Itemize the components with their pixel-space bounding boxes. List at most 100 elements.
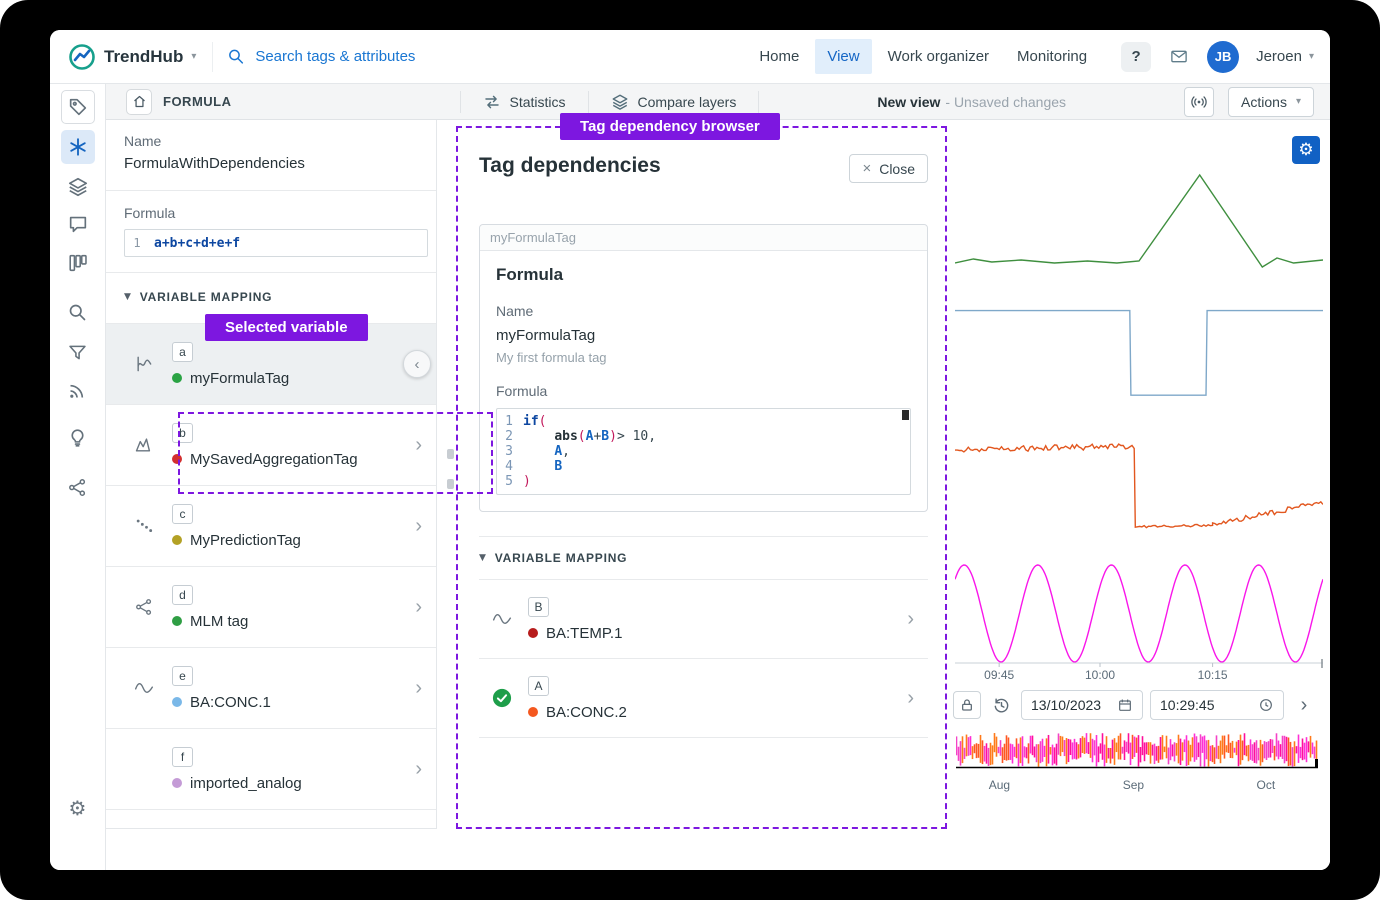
lock-button[interactable] bbox=[953, 691, 981, 719]
statistics-button[interactable]: Statistics bbox=[461, 84, 588, 119]
rail-search-button[interactable] bbox=[61, 295, 95, 329]
lightbulb-icon bbox=[67, 427, 88, 448]
settings-button[interactable]: ⚙ bbox=[69, 796, 87, 820]
compare-layers-button[interactable]: Compare layers bbox=[589, 84, 759, 119]
variable-row-e[interactable]: e BA:CONC.1 › bbox=[106, 648, 436, 729]
chevron-down-icon: ▼ bbox=[479, 553, 487, 563]
tag-name: myFormulaTag bbox=[190, 370, 289, 387]
actions-button[interactable]: Actions ▾ bbox=[1228, 87, 1314, 117]
variable-row-b[interactable]: b MySavedAggregationTag › bbox=[106, 405, 436, 486]
chart-panel: ⚙ 09:4510:0010:15 bbox=[947, 120, 1330, 870]
tag-icon bbox=[67, 96, 89, 118]
rail-tags-button[interactable] bbox=[61, 90, 95, 124]
rail-context-button[interactable] bbox=[61, 470, 95, 504]
variable-mapping-toggle[interactable]: ▼ VARIABLE MAPPING bbox=[124, 285, 436, 309]
chevron-right-icon: › bbox=[415, 597, 436, 617]
trend-plot[interactable] bbox=[955, 165, 1323, 670]
date-field[interactable]: 13/10/2023 bbox=[1021, 690, 1143, 720]
formula-expression-editor[interactable]: 1 a+b+c+d+e+f bbox=[124, 229, 428, 257]
tag-color-dot bbox=[172, 616, 182, 626]
main-nav: Home View Work organizer Monitoring bbox=[745, 39, 1101, 74]
series-green-peak bbox=[955, 175, 1323, 267]
nav-home[interactable]: Home bbox=[747, 39, 811, 74]
topbar-icons: ? JB Jeroen ▾ bbox=[1121, 41, 1314, 73]
panel-scrollbar-handle[interactable] bbox=[447, 449, 454, 459]
nav-monitoring[interactable]: Monitoring bbox=[1005, 39, 1099, 74]
chart-toolbar: 13/10/2023 10:29:45 › bbox=[953, 690, 1324, 720]
history-button[interactable] bbox=[988, 691, 1014, 719]
tag-name: MyPredictionTag bbox=[190, 532, 301, 549]
variable-row-a[interactable]: a myFormulaTag ‹ bbox=[106, 324, 436, 405]
chevron-right-icon: › bbox=[415, 678, 436, 698]
close-button[interactable]: × Close bbox=[849, 154, 928, 183]
variable-row-c[interactable]: c MyPredictionTag › bbox=[106, 486, 436, 567]
nav-work-organizer[interactable]: Work organizer bbox=[876, 39, 1001, 74]
mapping-row-a[interactable]: A BA:CONC.2 › bbox=[479, 659, 928, 738]
line-number: 1 bbox=[125, 236, 149, 250]
help-icon: ? bbox=[1132, 48, 1141, 65]
app-name: TrendHub bbox=[104, 47, 183, 67]
help-button[interactable]: ? bbox=[1121, 42, 1151, 72]
tag-name: BA:TEMP.1 bbox=[546, 625, 622, 642]
variable-row-d[interactable]: d MLM tag › bbox=[106, 567, 436, 648]
rail-annotations-button[interactable] bbox=[61, 207, 95, 241]
rail-recommendations-button[interactable] bbox=[61, 420, 95, 454]
scatter-nodes-icon bbox=[67, 477, 88, 498]
variable-key-badge: B bbox=[528, 597, 549, 617]
history-icon bbox=[992, 696, 1011, 715]
chart-settings-button[interactable]: ⚙ bbox=[1292, 136, 1320, 164]
collapse-panel-button[interactable]: ‹ bbox=[403, 350, 431, 378]
rail-formulas-button[interactable] bbox=[61, 130, 95, 164]
icon-rail: ⚙ bbox=[50, 84, 106, 870]
nav-view[interactable]: View bbox=[815, 39, 871, 74]
formula-code-editor[interactable]: 1if(2 abs(A+B)> 10,3 A,4 B5) bbox=[496, 408, 911, 495]
context-timeline[interactable] bbox=[956, 733, 1318, 769]
search-input[interactable] bbox=[255, 48, 733, 65]
app-logo[interactable]: TrendHub ▾ bbox=[68, 43, 196, 71]
step-forward-button[interactable]: › bbox=[1291, 691, 1317, 719]
comment-icon bbox=[67, 213, 89, 235]
search-small-icon bbox=[67, 302, 88, 323]
mapping-row-b[interactable]: B BA:TEMP.1 › bbox=[479, 580, 928, 659]
variable-key-badge: e bbox=[172, 666, 193, 686]
trendhub-logo-icon bbox=[68, 43, 96, 71]
actions-caret-icon: ▾ bbox=[1296, 96, 1301, 107]
live-mode-button[interactable] bbox=[1184, 87, 1214, 117]
card-formula-heading: Formula bbox=[496, 265, 911, 285]
formula-icon bbox=[67, 136, 89, 158]
messages-button[interactable] bbox=[1168, 47, 1190, 66]
tag-name-value: myFormulaTag bbox=[496, 327, 911, 345]
machine-learning-tag-icon bbox=[130, 597, 158, 617]
variable-key-badge: c bbox=[172, 504, 193, 524]
user-menu[interactable]: Jeroen ▾ bbox=[1256, 48, 1314, 65]
avatar[interactable]: JB bbox=[1207, 41, 1239, 73]
context-label: FORMULA bbox=[163, 94, 232, 109]
mail-icon bbox=[1168, 47, 1190, 66]
dependency-variable-mapping-toggle[interactable]: ▼ VARIABLE MAPPING bbox=[479, 536, 928, 580]
rail-layers-button[interactable] bbox=[61, 170, 95, 204]
time-field[interactable]: 10:29:45 bbox=[1150, 690, 1284, 720]
rail-monitors-button[interactable] bbox=[61, 373, 95, 407]
tag-name: imported_analog bbox=[190, 775, 302, 792]
series-magenta-sine bbox=[955, 565, 1323, 662]
formula-tag-card: myFormulaTag Formula Name myFormulaTag M… bbox=[479, 224, 928, 512]
filter-icon bbox=[67, 342, 88, 363]
brand-caret-icon[interactable]: ▾ bbox=[191, 51, 196, 62]
dependency-code-lines: 1if(2 abs(A+B)> 10,3 A,4 B5) bbox=[497, 414, 910, 489]
gear-icon: ⚙ bbox=[1298, 142, 1313, 159]
variable-row-f[interactable]: f imported_analog › bbox=[106, 729, 436, 810]
month-label: Sep bbox=[1123, 778, 1144, 792]
tag-color-dot bbox=[172, 778, 182, 788]
search-bar[interactable] bbox=[227, 47, 733, 66]
statistics-icon bbox=[483, 93, 501, 111]
dependencies-title: Tag dependencies bbox=[479, 154, 661, 178]
series-blue-square-dip bbox=[955, 311, 1323, 396]
formula-label: Formula bbox=[124, 205, 436, 221]
home-button[interactable] bbox=[126, 89, 152, 115]
scrollbar-thumb[interactable] bbox=[902, 410, 909, 420]
rail-filters-button[interactable] bbox=[61, 335, 95, 369]
panel-scrollbar-handle[interactable] bbox=[447, 479, 454, 489]
view-toolbar: FORMULA Statistics Compare layers bbox=[106, 84, 1330, 120]
rail-dashboards-button[interactable] bbox=[61, 246, 95, 280]
variable-mapping-label: VARIABLE MAPPING bbox=[495, 551, 628, 565]
